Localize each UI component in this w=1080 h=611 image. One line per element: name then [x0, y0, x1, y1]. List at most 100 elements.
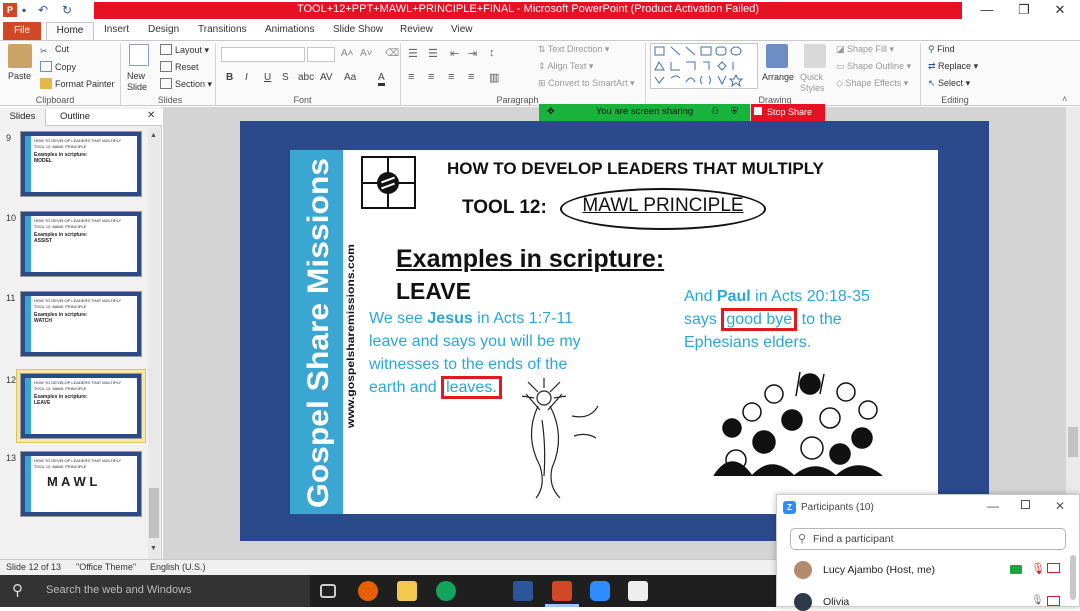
editor-scroll-thumb[interactable] — [1068, 427, 1078, 457]
video-off-icon[interactable] — [1047, 563, 1060, 573]
powerpoint-icon[interactable] — [552, 581, 572, 601]
slide-thumbnail[interactable]: HOW TO DEVELOP LEADERS THAT MULTIPLY TOOL… — [20, 373, 142, 439]
char-spacing-button[interactable]: AV — [320, 72, 333, 83]
strikethrough-button[interactable]: S — [282, 72, 289, 83]
task-view-icon[interactable] — [320, 584, 336, 598]
tab-animations[interactable]: Animations — [265, 24, 314, 35]
reset-button[interactable]: Reset — [160, 61, 199, 72]
undo-icon[interactable]: ↶ — [38, 3, 48, 17]
mic-muted-icon[interactable]: 🎙 — [1031, 562, 1045, 575]
restore-button[interactable]: ❐ — [1007, 2, 1041, 20]
shape-outline-label: Shape Outline — [847, 61, 905, 71]
paste-icon — [8, 44, 32, 68]
zoom-icon[interactable] — [590, 581, 610, 601]
justify-icon[interactable]: ≡ — [468, 71, 474, 83]
format-painter-button[interactable]: Format Painter — [40, 78, 115, 89]
shape-effects-button[interactable]: ◇ Shape Effects ▾ — [836, 78, 908, 89]
slide-thumbnail[interactable]: HOW TO DEVELOP LEADERS THAT MULTIPLY TOOL… — [20, 451, 142, 517]
file-explorer-icon[interactable] — [397, 581, 417, 601]
minimize-button[interactable]: — — [970, 2, 1004, 20]
zoom-maximize-icon[interactable] — [1021, 500, 1030, 509]
photos-icon[interactable] — [628, 581, 648, 601]
scroll-down-icon[interactable]: ▼ — [150, 545, 157, 552]
copy-button[interactable]: Copy — [40, 61, 76, 72]
layout-button[interactable]: Layout ▾ — [160, 44, 209, 56]
panel-scrollbar[interactable]: ▲ ▼ — [148, 128, 160, 559]
font-color-button[interactable]: A — [378, 72, 385, 86]
arrange-button[interactable]: Arrange — [762, 72, 794, 82]
taskbar-search[interactable]: ⚲ Search the web and Windows — [0, 575, 310, 607]
participants-scrollbar[interactable] — [1070, 555, 1076, 600]
increase-indent-icon[interactable]: ⇥ — [468, 47, 477, 60]
align-text-button[interactable]: ⇕ Align Text ▾ — [538, 61, 593, 72]
zoom-close-icon[interactable]: ✕ — [1055, 499, 1065, 513]
slide-thumbnail[interactable]: HOW TO DEVELOP LEADERS THAT MULTIPLY TOOL… — [20, 211, 142, 277]
align-center-icon[interactable]: ≡ — [428, 71, 434, 83]
tab-view[interactable]: View — [451, 24, 473, 35]
new-slide-button[interactable]: New Slide — [127, 71, 159, 93]
tab-slide-show[interactable]: Slide Show — [333, 24, 383, 35]
collapse-ribbon-icon[interactable]: ˄ — [1062, 94, 1067, 104]
scroll-up-icon[interactable]: ▲ — [150, 132, 157, 139]
replace-button[interactable]: ⇄ Replace ▾ — [928, 61, 978, 72]
redo-icon[interactable]: ↻ — [62, 3, 72, 17]
align-right-icon[interactable]: ≡ — [448, 71, 454, 83]
tab-slides[interactable]: Slides — [0, 109, 46, 126]
grow-font-icon[interactable]: A˄ — [341, 48, 354, 59]
bold-button[interactable]: B — [226, 72, 233, 83]
panel-close-icon[interactable]: ✕ — [147, 110, 155, 121]
video-off-icon[interactable] — [1047, 596, 1060, 606]
columns-icon[interactable]: ▥ — [489, 71, 499, 84]
cut-button[interactable]: ✂ Cut — [40, 44, 69, 57]
clear-format-icon[interactable]: ⌫ — [385, 48, 399, 59]
stop-share-button[interactable]: Stop Share — [751, 104, 825, 121]
section-icon — [160, 78, 172, 89]
shield-icon[interactable]: ⛨ — [731, 106, 738, 117]
slide-thumbnail[interactable]: HOW TO DEVELOP LEADERS THAT MULTIPLY TOOL… — [20, 291, 142, 357]
participant-icon[interactable]: ⚇ — [711, 106, 719, 117]
numbering-icon[interactable]: ☰ — [428, 47, 438, 60]
paste-button[interactable]: Paste — [8, 71, 31, 81]
bullets-icon[interactable]: ☰ — [408, 47, 418, 60]
scroll-thumb[interactable] — [149, 488, 159, 538]
underline-button[interactable]: U — [264, 72, 271, 83]
line-spacing-icon[interactable]: ↕ — [489, 47, 495, 59]
grammarly-icon[interactable] — [436, 581, 456, 601]
shadow-button[interactable]: abc — [298, 72, 314, 83]
save-icon[interactable]: ▪ — [22, 3, 26, 17]
close-button[interactable]: ✕ — [1043, 2, 1077, 20]
text-direction-button[interactable]: ⇅ Text Direction ▾ — [538, 44, 609, 55]
quick-styles-icon — [804, 44, 826, 68]
section-button[interactable]: Section ▾ — [160, 78, 212, 90]
shape-outline-button[interactable]: ▭ Shape Outline ▾ — [836, 61, 911, 72]
italic-button[interactable]: I — [245, 72, 248, 83]
tab-file[interactable]: File — [3, 22, 41, 40]
tab-outline[interactable]: Outline — [52, 109, 98, 126]
shape-fill-button[interactable]: ◪ Shape Fill ▾ — [836, 44, 894, 55]
decrease-indent-icon[interactable]: ⇤ — [450, 47, 459, 60]
word-icon[interactable] — [513, 581, 533, 601]
font-size-select[interactable] — [307, 47, 335, 62]
quick-styles-button[interactable]: Quick Styles — [800, 72, 830, 94]
change-case-button[interactable]: Aa — [344, 72, 356, 83]
tab-home[interactable]: Home — [46, 22, 94, 41]
font-family-select[interactable] — [221, 47, 305, 62]
shapes-gallery[interactable] — [650, 43, 758, 89]
firefox-icon[interactable] — [358, 581, 378, 601]
mic-icon[interactable]: 🎙 — [1031, 595, 1044, 606]
tab-transitions[interactable]: Transitions — [198, 24, 247, 35]
convert-smartart-button[interactable]: ⊞ Convert to SmartArt ▾ — [538, 78, 635, 89]
shrink-font-icon[interactable]: A˅ — [360, 48, 373, 59]
tab-insert[interactable]: Insert — [104, 24, 129, 35]
editor-scrollbar[interactable] — [1066, 107, 1080, 559]
video-on-icon[interactable] — [1010, 565, 1022, 574]
align-left-icon[interactable]: ≡ — [408, 71, 414, 83]
participant-search-input[interactable]: ⚲ Find a participant — [790, 528, 1066, 550]
language-status[interactable]: English (U.S.) — [150, 562, 206, 572]
zoom-minimize-icon[interactable]: — — [987, 499, 999, 513]
tab-design[interactable]: Design — [148, 24, 179, 35]
find-button[interactable]: ⚲ Find — [928, 44, 955, 55]
slide-thumbnail[interactable]: HOW TO DEVELOP LEADERS THAT MULTIPLY TOOL… — [20, 131, 142, 197]
select-button[interactable]: ↖ Select ▾ — [928, 78, 970, 89]
tab-review[interactable]: Review — [400, 24, 433, 35]
